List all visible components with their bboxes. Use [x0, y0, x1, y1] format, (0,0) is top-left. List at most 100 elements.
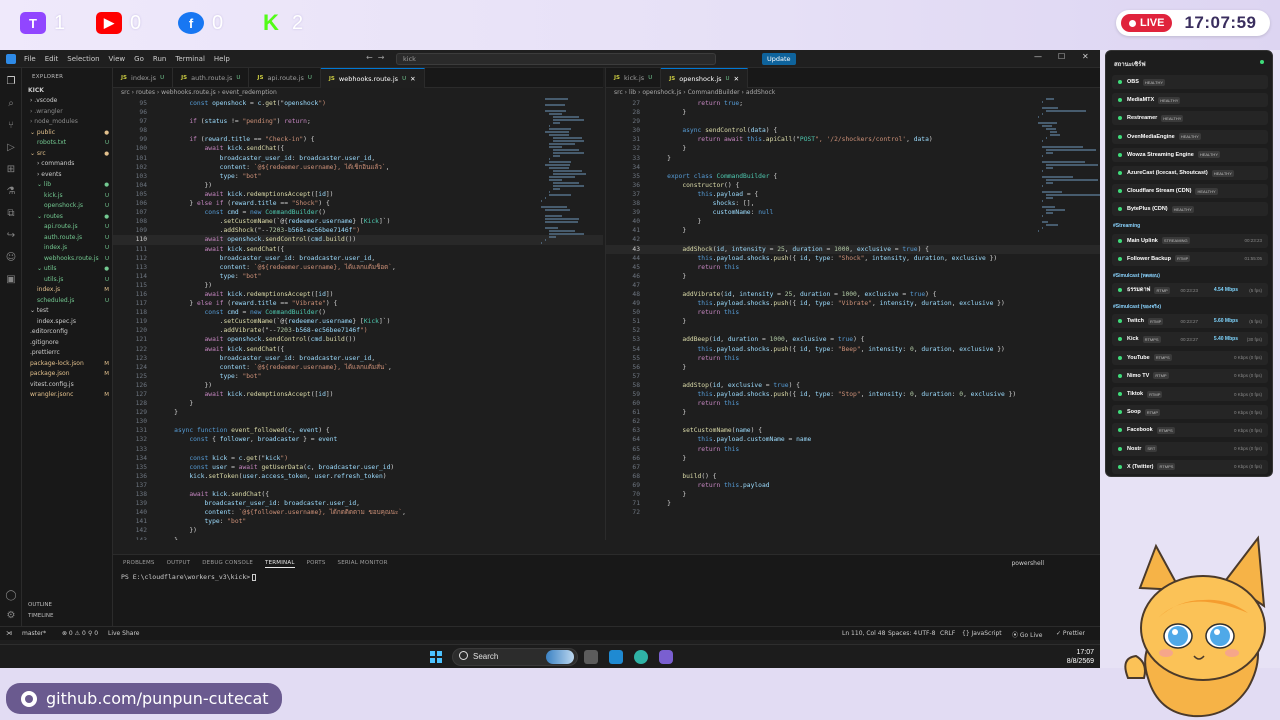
panel-tab-debug-console[interactable]: DEBUG CONSOLE: [202, 560, 253, 568]
code-line[interactable]: 96: [113, 108, 603, 117]
file-tree-item[interactable]: index.js U: [44, 243, 115, 253]
branch-indicator[interactable]: master*: [22, 630, 46, 637]
code-line[interactable]: 98: [113, 126, 603, 135]
file-tree-item[interactable]: .editorconfig: [30, 327, 115, 337]
code-line[interactable]: 45 return this: [606, 263, 1100, 272]
code-line[interactable]: 104 }): [113, 181, 603, 190]
code-line[interactable]: 97 if (status != "pending") return;: [113, 117, 603, 126]
file-tree-item[interactable]: utils.js U: [44, 275, 115, 285]
file-tree-item[interactable]: .prettierrc: [30, 348, 115, 358]
code-line[interactable]: 120 .addVibrate("--7203-b568-ec56bee7146…: [113, 326, 603, 335]
code-line[interactable]: 28 }: [606, 108, 1100, 117]
code-line[interactable]: 27 return true;: [606, 99, 1100, 108]
code-line[interactable]: 143 }: [113, 536, 603, 541]
code-line[interactable]: 142 }): [113, 526, 603, 535]
code-line[interactable]: 131 async function event_followed(c, eve…: [113, 426, 603, 435]
code-line[interactable]: 107 const cmd = new CommandBuilder(): [113, 208, 603, 217]
code-line[interactable]: 57: [606, 372, 1100, 381]
outline-section[interactable]: OUTLINE: [28, 602, 52, 608]
code-line[interactable]: 123 broadcaster_user_id: broadcaster.use…: [113, 354, 603, 363]
file-tree-item[interactable]: vitest.config.js: [30, 380, 115, 390]
code-line[interactable]: 59 this.payload.shocks.push({ id, type: …: [606, 390, 1100, 399]
extensions-icon[interactable]: ⊞: [5, 164, 17, 176]
code-line[interactable]: 101 broadcaster_user_id: broadcaster.use…: [113, 154, 603, 163]
panel-tab-terminal[interactable]: TERMINAL: [265, 560, 295, 568]
code-line[interactable]: 30 async sendControl(data) {: [606, 126, 1100, 135]
minimize-icon[interactable]: —: [1034, 52, 1042, 61]
close-icon[interactable]: ✕: [1082, 52, 1089, 61]
explorer-icon[interactable]: ❐: [5, 76, 17, 88]
right-breadcrumb[interactable]: src › lib › openshock.js › CommandBuilde…: [606, 88, 1100, 98]
code-line[interactable]: 43 addShock(id, intensity = 25, duration…: [606, 244, 1100, 254]
editor-tab[interactable]: JS kick.js U: [606, 68, 662, 88]
file-tree-item[interactable]: index.spec.js: [37, 317, 115, 327]
nav-arrows-icon[interactable]: ← →: [366, 53, 385, 62]
editor-tab[interactable]: JS api.route.js U: [249, 68, 321, 88]
code-line[interactable]: 141 type: "bot": [113, 517, 603, 526]
editor-tab[interactable]: JS webhooks.route.js U ✕: [320, 68, 425, 88]
code-line[interactable]: 34: [606, 163, 1100, 172]
code-line[interactable]: 118 const cmd = new CommandBuilder(): [113, 308, 603, 317]
live-share-icon[interactable]: ↪: [5, 230, 17, 242]
file-tree-item[interactable]: › node_modules: [30, 117, 115, 127]
panel-tab-output[interactable]: OUTPUT: [167, 560, 191, 568]
code-line[interactable]: 137: [113, 481, 603, 490]
file-tree-item[interactable]: › .wrangler: [30, 107, 115, 117]
code-line[interactable]: 128 }: [113, 399, 603, 408]
file-tree-item[interactable]: robots.txt U: [37, 138, 115, 148]
file-tree-item[interactable]: ⌄ test: [30, 306, 115, 316]
code-line[interactable]: 125 type: "bot": [113, 372, 603, 381]
panel-tab-ports[interactable]: PORTS: [307, 560, 326, 568]
code-line[interactable]: 138 await kick.sendChat({: [113, 490, 603, 499]
remote-indicator-icon[interactable]: ⋊: [6, 630, 12, 637]
menu-terminal[interactable]: Terminal: [175, 55, 205, 63]
file-tree-item[interactable]: api.route.js U: [44, 222, 115, 232]
encoding-indicator[interactable]: UTF-8: [918, 630, 936, 637]
code-line[interactable]: 53 addBeep(id, duration = 1000, exclusiv…: [606, 335, 1100, 344]
code-line[interactable]: 129 }: [113, 408, 603, 417]
left-minimap[interactable]: [537, 98, 595, 328]
menu-go[interactable]: Go: [134, 55, 144, 63]
code-line[interactable]: 48 addVibrate(id, intensity = 25, durati…: [606, 290, 1100, 299]
code-line[interactable]: 68 build() {: [606, 472, 1100, 481]
code-line[interactable]: 109 .addShock("--7203-b568-ec56bee7146f"…: [113, 226, 603, 235]
code-line[interactable]: 71 }: [606, 499, 1100, 508]
live-share-indicator[interactable]: Live Share: [108, 630, 139, 637]
file-tree-item[interactable]: › events: [37, 170, 115, 180]
code-line[interactable]: 117 } else if (reward.title == "Vibrate"…: [113, 299, 603, 308]
remote-icon[interactable]: ⧉: [5, 208, 17, 220]
command-center-search[interactable]: kick: [396, 53, 716, 65]
file-tree-item[interactable]: package.json M: [30, 369, 115, 379]
code-line[interactable]: 108 .setCustomName(`@{redeemer.username}…: [113, 217, 603, 226]
file-tree-item[interactable]: ⌄ lib ●: [37, 180, 115, 190]
search-icon[interactable]: ⌕: [5, 98, 17, 110]
problems-indicator[interactable]: ⊗ 0 ⚠ 0: [62, 630, 86, 637]
file-tree-item[interactable]: › .vscode: [30, 96, 115, 106]
code-line[interactable]: 99 if (reward.title == "Check-in") {: [113, 135, 603, 144]
code-line[interactable]: 119 .setCustomName(`@{redeemer.username}…: [113, 317, 603, 326]
editor-tab[interactable]: JS index.js U: [113, 68, 174, 88]
prettier-indicator[interactable]: ✓ Prettier: [1056, 630, 1085, 637]
testing-icon[interactable]: ⚗: [5, 186, 17, 198]
run-debug-icon[interactable]: ▷: [5, 142, 17, 154]
code-line[interactable]: 35 export class CommandBuilder {: [606, 172, 1100, 181]
right-minimap[interactable]: [1034, 98, 1100, 328]
file-tree-item[interactable]: kick.js U: [44, 191, 115, 201]
code-line[interactable]: 37 this.payload = {: [606, 190, 1100, 199]
code-line[interactable]: 106 } else if (reward.title == "Shock") …: [113, 199, 603, 208]
left-code-area[interactable]: 95 const openshock = c.get("openshock") 9…: [113, 99, 603, 540]
code-line[interactable]: 112 broadcaster_user_id: broadcaster.use…: [113, 254, 603, 263]
update-button[interactable]: Update: [762, 53, 796, 65]
code-line[interactable]: 116 await kick.redemptionsAccept([id]): [113, 290, 603, 299]
code-line[interactable]: 126 }): [113, 381, 603, 390]
code-line[interactable]: 69 return this.payload: [606, 481, 1100, 490]
code-line[interactable]: 56 }: [606, 363, 1100, 372]
editor-tab[interactable]: JS auth.route.js U: [173, 68, 250, 88]
code-line[interactable]: 127 await kick.redemptionsAccept([id]): [113, 390, 603, 399]
code-line[interactable]: 46 }: [606, 272, 1100, 281]
menu-file[interactable]: File: [24, 55, 36, 63]
indentation-indicator[interactable]: Spaces: 4: [888, 630, 917, 637]
editor-tab[interactable]: JS openshock.js U ✕: [661, 68, 749, 88]
code-line[interactable]: 29: [606, 117, 1100, 126]
code-line[interactable]: 50 return this: [606, 308, 1100, 317]
